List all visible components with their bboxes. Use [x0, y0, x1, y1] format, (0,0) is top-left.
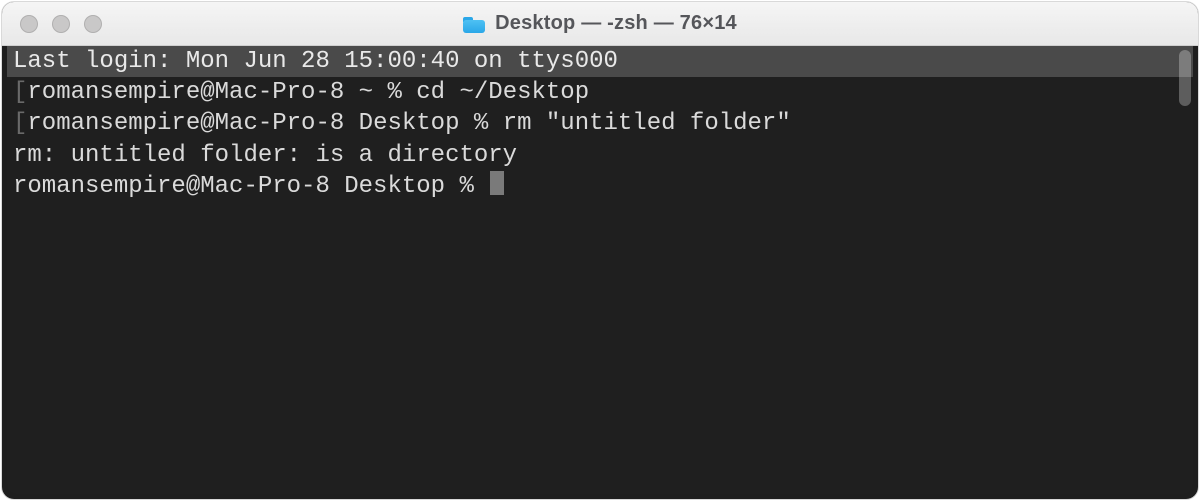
terminal-viewport[interactable]: Last login: Mon Jun 28 15:00:40 on ttys0… — [7, 46, 1193, 494]
close-icon[interactable] — [20, 15, 38, 33]
folder-icon — [463, 15, 485, 33]
window-title-text: Desktop — -zsh — 76×14 — [495, 12, 737, 35]
prompt: romansempire@Mac-Pro-8 Desktop % — [13, 173, 488, 200]
prompt-bracket: [ — [13, 108, 27, 139]
terminal-window: Desktop — -zsh — 76×14 Last login: Mon J… — [2, 2, 1198, 499]
scrollbar-thumb[interactable] — [1179, 50, 1191, 106]
prompt: romansempire@Mac-Pro-8 ~ % — [27, 79, 416, 106]
command-text: rm "untitled folder" — [503, 110, 791, 137]
window-title: Desktop — -zsh — 76×14 — [463, 12, 737, 35]
minimize-icon[interactable] — [52, 15, 70, 33]
command-text: cd ~/Desktop — [416, 79, 589, 106]
cursor — [490, 171, 504, 195]
terminal-line: romansempire@Mac-Pro-8 Desktop % — [7, 171, 1193, 202]
window-controls — [20, 15, 102, 33]
terminal-line: [romansempire@Mac-Pro-8 ~ % cd ~/Desktop — [7, 77, 1193, 108]
terminal-output: rm: untitled folder: is a directory — [7, 140, 1193, 171]
zoom-icon[interactable] — [84, 15, 102, 33]
titlebar[interactable]: Desktop — -zsh — 76×14 — [2, 2, 1198, 46]
terminal-line: Last login: Mon Jun 28 15:00:40 on ttys0… — [7, 46, 1193, 77]
prompt-bracket: [ — [13, 77, 27, 108]
terminal-line: [romansempire@Mac-Pro-8 Desktop % rm "un… — [7, 108, 1193, 139]
prompt: romansempire@Mac-Pro-8 Desktop % — [27, 110, 502, 137]
